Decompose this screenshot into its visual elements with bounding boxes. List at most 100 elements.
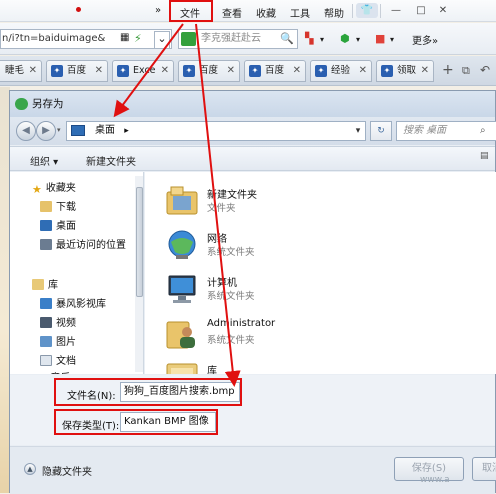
nav-label: 视频 (56, 318, 76, 329)
translate-icon[interactable]: ■ (375, 32, 385, 45)
nav-item-documents[interactable]: 文档 (40, 353, 76, 371)
dialog-footer: ▲ 隐藏文件夹 保存(S) 取消 (10, 446, 496, 494)
file-item-computer[interactable]: 计算机 系统文件夹 (165, 268, 365, 312)
scrollbar-thumb[interactable] (136, 187, 143, 297)
watermark: www.a (420, 475, 450, 485)
apps-icon[interactable]: ▚ (305, 32, 313, 45)
nav-item-baofeng[interactable]: 暴风影视库 (40, 296, 106, 314)
tab-list-icon[interactable]: ⧉ (462, 64, 470, 78)
close-icon[interactable]: ✕ (161, 61, 169, 81)
highlight-box-filetype (54, 409, 218, 435)
file-name: 计算机 (207, 278, 237, 289)
chevron-right-icon[interactable]: ▸ (124, 126, 129, 136)
folder-icon (166, 186, 198, 215)
hide-folders-toggle[interactable]: 隐藏文件夹 (42, 463, 92, 478)
nav-library-header[interactable]: 库 (32, 277, 58, 295)
save-as-dialog: 另存为 ◀ ▶ ▾ 桌面 ▸ ▾ ↻ 搜索 桌面 ⌕ 组织 ▾ 新建文件夹 ▤ … (9, 90, 496, 494)
video-icon (40, 317, 52, 328)
tab[interactable]: ✦ 百度 ✕ (244, 60, 306, 82)
file-type: 系统文件夹 (207, 247, 255, 258)
divider (380, 4, 381, 18)
browser-address-bar: n/i?tn=baiduimage& ▦ ⚡ ⌄ 李克强赶赴云 🔍 ▚ ▾ ⬢ … (0, 23, 496, 55)
nav-item-video[interactable]: 视频 (40, 315, 76, 333)
view-options-icon[interactable]: ▤ (480, 151, 489, 161)
file-item-administrator[interactable]: Administrator 系统文件夹 (165, 312, 365, 356)
dialog-nav-row: ◀ ▶ ▾ 桌面 ▸ ▾ ↻ 搜索 桌面 ⌕ (10, 117, 496, 145)
video-library-icon (40, 298, 52, 309)
star-icon: ★ (32, 183, 42, 196)
tab-label: 经验 (331, 65, 351, 76)
paw-icon: ✦ (381, 65, 393, 77)
undo-close-icon[interactable]: ↶ (480, 63, 490, 77)
tab[interactable]: ✦ 经验 ✕ (310, 60, 372, 82)
cancel-button[interactable]: 取消 (472, 457, 496, 481)
menu-view[interactable]: 查看 (222, 5, 242, 20)
minimize-button[interactable]: — (385, 3, 407, 18)
menu-overflow[interactable]: » (155, 5, 161, 16)
save-form: 文件名(N): 狗狗_百度图片搜索.bmp 保存类型(T): Kankan BM… (10, 375, 495, 445)
menu-tools[interactable]: 工具 (290, 5, 310, 20)
close-icon[interactable]: ✕ (359, 61, 367, 81)
close-icon[interactable]: ✕ (227, 61, 235, 81)
divider (352, 4, 353, 18)
close-icon[interactable]: ✕ (29, 61, 37, 81)
close-icon[interactable]: ✕ (293, 61, 301, 81)
skin-icon[interactable]: 👕 (356, 3, 378, 18)
tab[interactable]: ✦ Exce ✕ (112, 60, 174, 82)
lightning-icon[interactable]: ⚡ (134, 32, 142, 45)
file-item-new-folder[interactable]: 新建文件夹 文件夹 (165, 180, 365, 224)
menu-favorites[interactable]: 收藏 (256, 5, 276, 20)
nav-item-pictures[interactable]: 图片 (40, 334, 76, 352)
forward-icon[interactable]: ▶ (36, 121, 56, 141)
nav-item-desktop[interactable]: 桌面 (40, 218, 76, 236)
chevron-down-icon[interactable]: ▾ (350, 121, 366, 141)
more-button[interactable]: 更多» (412, 32, 438, 47)
qr-icon[interactable]: ▦ (120, 32, 129, 43)
tab[interactable]: ✦ 领取 ✕ (376, 60, 434, 82)
tab[interactable]: 睫毛 ✕ (0, 60, 42, 82)
nav-label: 桌面 (56, 221, 76, 232)
collapse-icon[interactable]: ▲ (24, 463, 36, 475)
user-folder-icon (166, 321, 195, 349)
notification-dot (76, 7, 81, 12)
file-name: 新建文件夹 (207, 190, 257, 201)
new-tab-button[interactable]: + (442, 62, 454, 78)
computer-icon (168, 275, 196, 303)
menu-help[interactable]: 帮助 (324, 5, 344, 20)
search-icon[interactable]: ⌕ (480, 125, 486, 136)
url-dropdown-icon[interactable]: ⌄ (154, 31, 170, 49)
new-folder-button[interactable]: 新建文件夹 (86, 153, 136, 168)
download-folder-icon (40, 201, 52, 212)
refresh-icon[interactable]: ↻ (370, 121, 392, 141)
back-icon[interactable]: ◀ (16, 121, 36, 141)
search-engine-icon[interactable] (181, 32, 196, 46)
file-item-network[interactable]: 网络 系统文件夹 (165, 224, 365, 268)
nav-item-downloads[interactable]: 下载 (40, 199, 76, 217)
nav-item-recent[interactable]: 最近访问的位置 (40, 237, 126, 255)
tab[interactable]: ✦ 百度 ✕ (46, 60, 108, 82)
music-icon: ♪ (40, 372, 46, 374)
url-input[interactable]: n/i?tn=baiduimage& (0, 29, 172, 49)
chevron-down-icon[interactable]: ▾ (390, 35, 394, 44)
maximize-button[interactable]: □ (410, 3, 432, 18)
chevron-down-icon[interactable]: ▾ (320, 35, 324, 44)
chevron-down-icon[interactable]: ▾ (356, 35, 360, 44)
close-button[interactable]: ✕ (432, 3, 454, 18)
file-type: 系统文件夹 (207, 335, 255, 346)
file-item-library[interactable]: 库 (165, 356, 365, 374)
organize-button[interactable]: 组织 ▾ (30, 153, 58, 168)
tab-label: 百度 (265, 65, 285, 76)
breadcrumb[interactable]: 桌面 ▸ (66, 121, 366, 141)
breadcrumb-location[interactable]: 桌面 (95, 125, 115, 136)
dialog-title: 另存为 (32, 98, 64, 110)
close-icon[interactable]: ✕ (95, 61, 103, 81)
search-icon[interactable]: 🔍 (280, 32, 294, 45)
tab[interactable]: ✦ 百度 ✕ (178, 60, 240, 82)
shield-icon[interactable]: ⬢ (340, 32, 350, 45)
nav-favorites-header[interactable]: ★ 收藏夹 (32, 180, 76, 198)
tab-label: 领取 (397, 65, 417, 76)
nav-item-music[interactable]: ♪ 音乐 (40, 370, 70, 374)
chevron-down-icon[interactable]: ▾ (57, 126, 61, 134)
close-icon[interactable]: ✕ (421, 61, 429, 81)
tab-label: 睫毛 (5, 65, 25, 76)
